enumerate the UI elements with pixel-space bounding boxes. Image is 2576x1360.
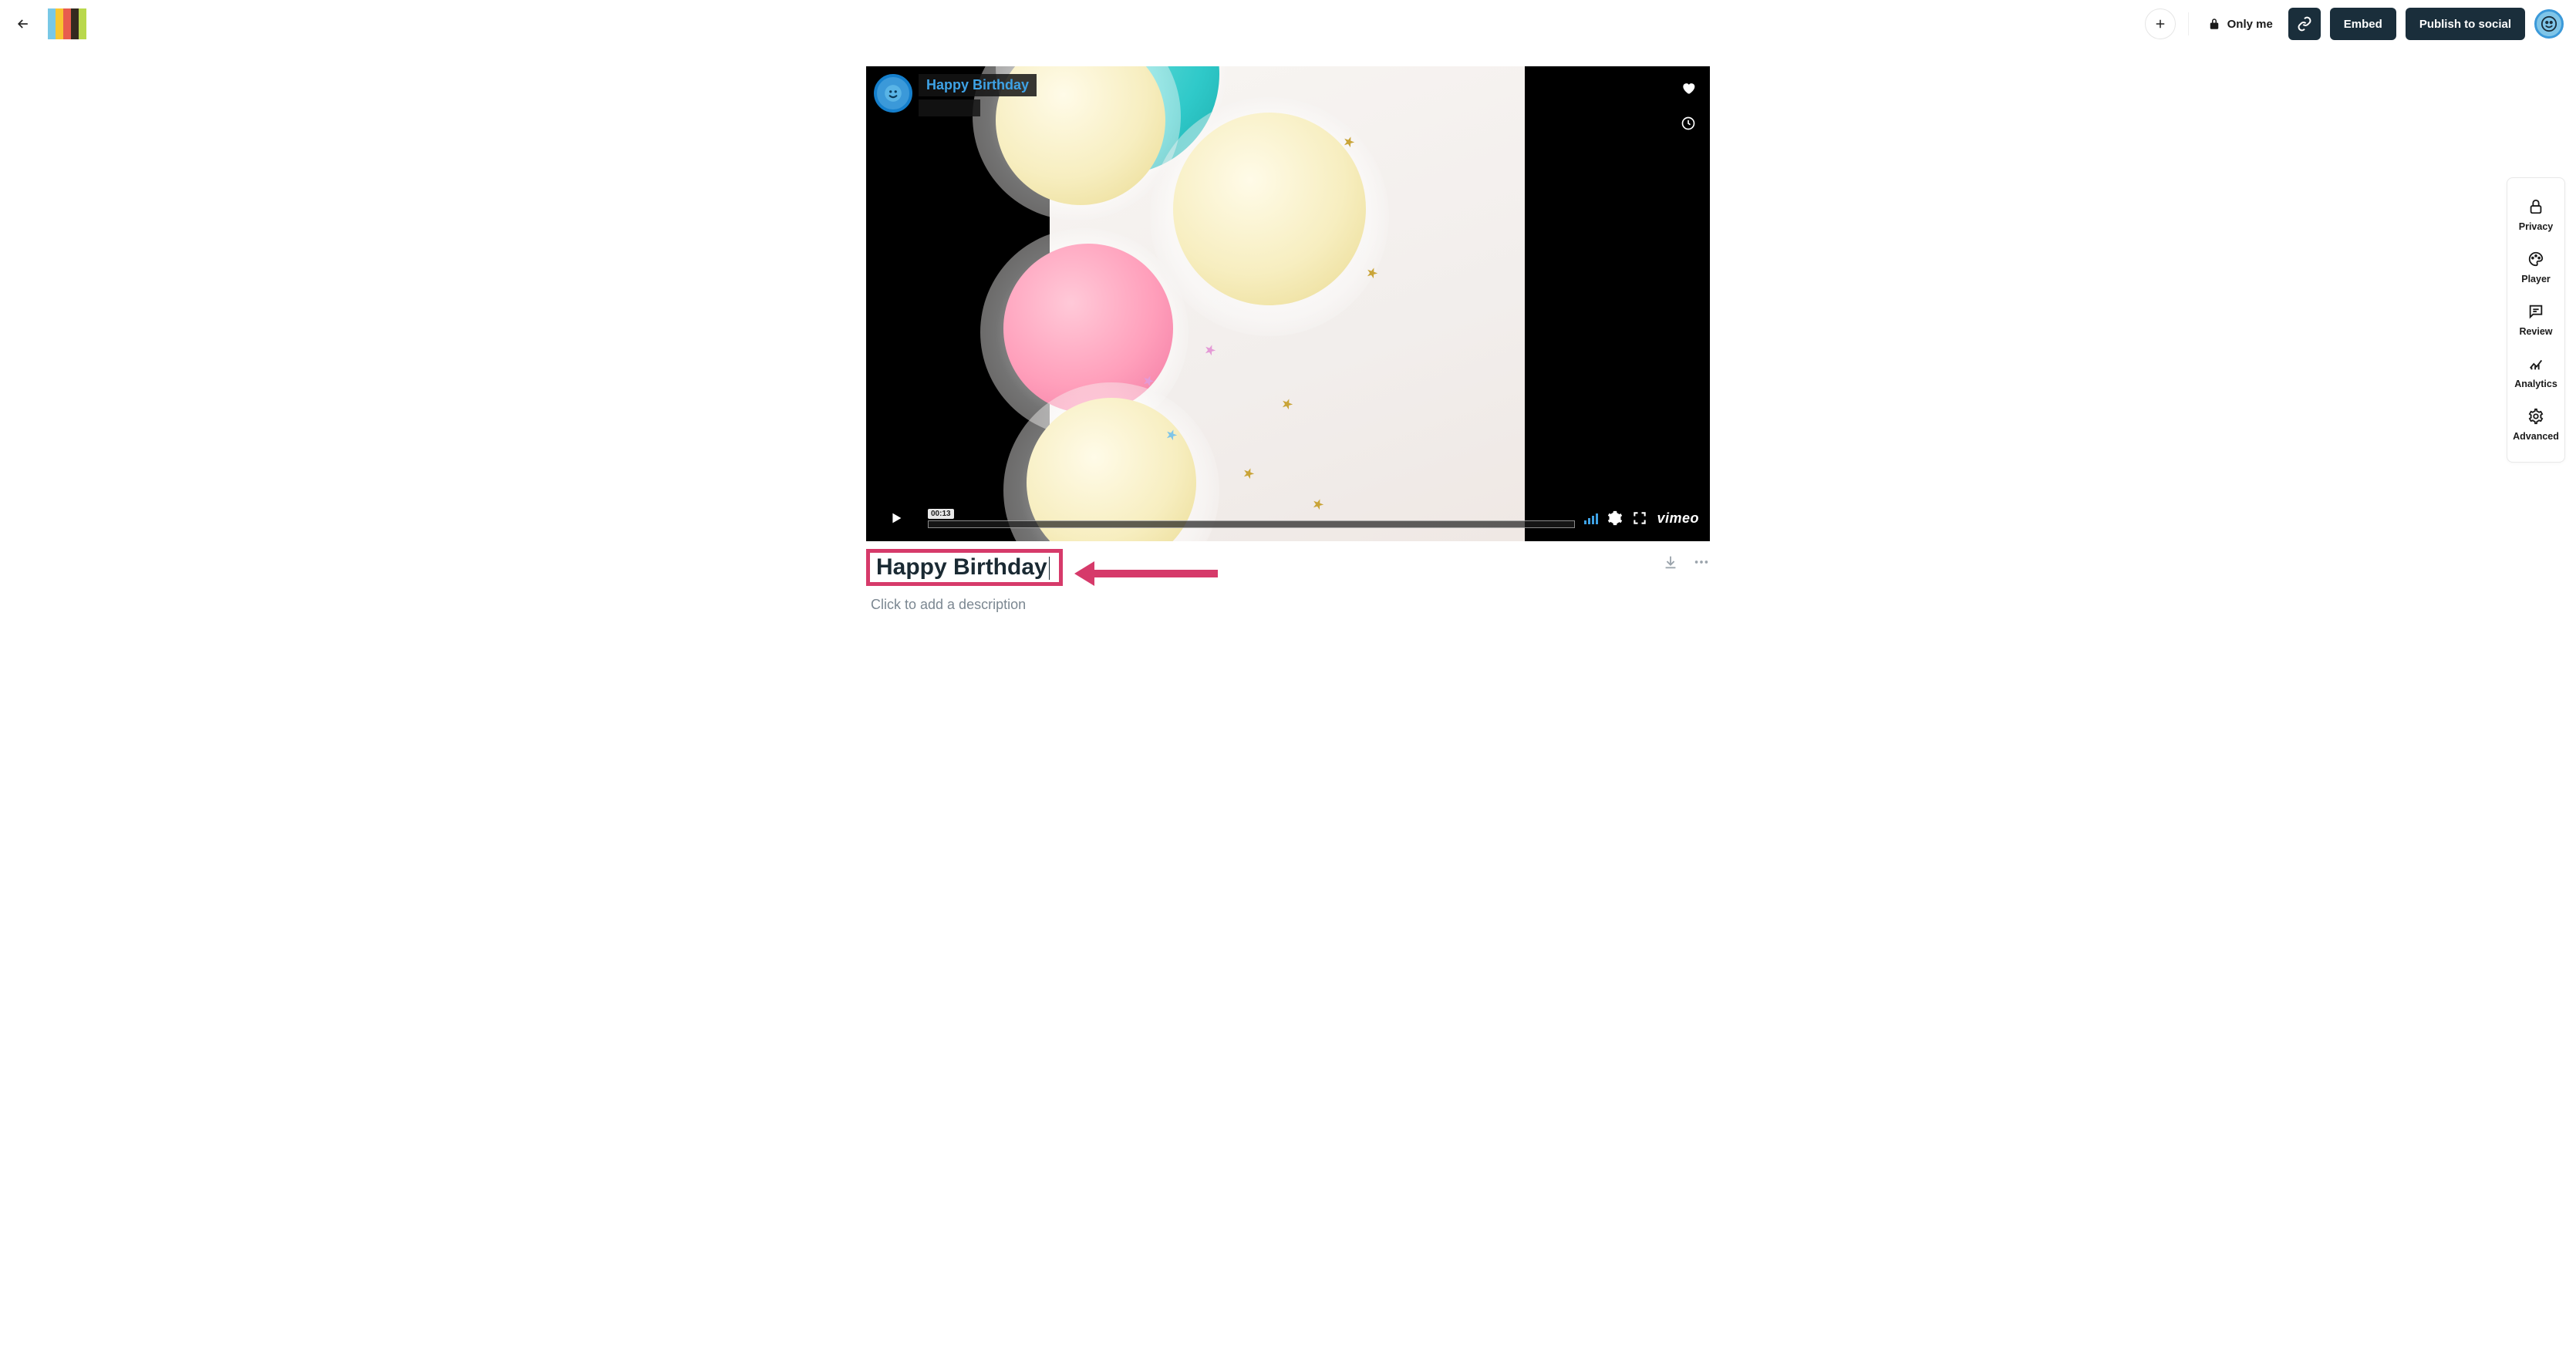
player-top-right-controls [1674, 74, 1702, 137]
rail-item-advanced[interactable]: Advanced [2507, 399, 2564, 451]
rail-item-label: Review [2519, 326, 2552, 337]
fullscreen-button[interactable] [1632, 510, 1647, 526]
current-time: 00:13 [928, 509, 954, 519]
volume-button[interactable] [1584, 512, 1598, 524]
overlay-label-group: Happy Birthday [919, 74, 1037, 116]
privacy-label: Only me [2227, 18, 2273, 31]
rail-item-label: Player [2521, 274, 2551, 284]
gear-icon [1607, 510, 1623, 526]
right-settings-rail: Privacy Player Review Analytics Advanced [2507, 177, 2565, 463]
video-overlay-subtitle[interactable] [919, 99, 980, 116]
vimeo-wordmark[interactable]: vimeo [1657, 510, 1699, 527]
heart-icon [1681, 80, 1696, 96]
smiley-icon [2541, 15, 2557, 32]
user-avatar[interactable] [2534, 9, 2564, 39]
brand-logo[interactable] [48, 8, 86, 39]
plus-icon [2153, 17, 2167, 31]
logo-stripe [79, 8, 86, 39]
video-player[interactable]: Happy Birthday 00:13 [866, 66, 1710, 541]
logo-stripe [48, 8, 56, 39]
back-button[interactable] [12, 13, 34, 35]
fullscreen-icon [1632, 510, 1647, 526]
divider [2188, 12, 2189, 35]
link-icon [2297, 16, 2312, 32]
privacy-dropdown[interactable]: Only me [2201, 17, 2279, 31]
top-right-group: Only me Embed Publish to social [2145, 8, 2564, 40]
palette-icon [2527, 251, 2544, 268]
gear-icon [2527, 408, 2544, 425]
top-bar: Only me Embed Publish to social [0, 0, 2576, 48]
embed-button[interactable]: Embed [2330, 8, 2396, 40]
logo-stripe [71, 8, 79, 39]
volume-bars-icon [1584, 512, 1598, 524]
analytics-icon [2527, 355, 2544, 372]
settings-button[interactable] [1607, 510, 1623, 526]
video-description-input[interactable]: Click to add a description [871, 597, 1063, 613]
lock-icon [2207, 17, 2221, 31]
text-caret [1049, 557, 1050, 580]
publish-to-social-button[interactable]: Publish to social [2406, 8, 2525, 40]
like-button[interactable] [1674, 74, 1702, 102]
title-and-desc: Happy Birthday Click to add a descriptio… [866, 549, 1063, 613]
play-icon [888, 510, 905, 527]
download-icon [1662, 554, 1679, 571]
video-stage: Happy Birthday 00:13 [866, 66, 1710, 613]
video-overlay-header: Happy Birthday [874, 74, 1037, 116]
logo-stripe [63, 8, 71, 39]
uploader-avatar[interactable] [874, 74, 912, 113]
rail-item-label: Privacy [2519, 221, 2553, 232]
video-thumbnail [1050, 66, 1525, 541]
video-title-value: Happy Birthday [876, 554, 1047, 580]
player-controls: 00:13 vimeo [866, 501, 1710, 541]
rail-item-player[interactable]: Player [2507, 241, 2564, 294]
rail-item-privacy[interactable]: Privacy [2507, 189, 2564, 241]
lock-icon [2527, 198, 2544, 215]
download-button[interactable] [1662, 554, 1679, 573]
main-area: Happy Birthday 00:13 [0, 66, 2576, 613]
arrow-shaft [1094, 570, 1218, 577]
top-left-group [12, 8, 86, 39]
rail-item-label: Advanced [2513, 431, 2559, 442]
rail-item-label: Analytics [2514, 379, 2557, 389]
below-player-row: Happy Birthday Click to add a descriptio… [866, 549, 1710, 613]
rail-item-review[interactable]: Review [2507, 294, 2564, 346]
video-overlay-title[interactable]: Happy Birthday [919, 74, 1037, 96]
logo-stripe [56, 8, 63, 39]
copy-link-button[interactable] [2288, 8, 2321, 40]
smiley-icon [883, 83, 903, 103]
arrow-left-icon [15, 16, 31, 32]
progress-bar[interactable] [928, 520, 1575, 528]
watch-later-button[interactable] [1674, 109, 1702, 137]
comment-icon [2527, 303, 2544, 320]
annotation-arrow [1074, 561, 1218, 586]
arrow-head-icon [1074, 561, 1094, 586]
player-right-controls: vimeo [1584, 510, 1699, 527]
video-title-input[interactable]: Happy Birthday [866, 549, 1063, 586]
clock-icon [1681, 116, 1696, 131]
dots-horizontal-icon [1693, 554, 1710, 571]
below-right-actions [1662, 554, 1710, 573]
rail-item-analytics[interactable]: Analytics [2507, 346, 2564, 399]
add-button[interactable] [2145, 8, 2176, 39]
more-button[interactable] [1693, 554, 1710, 573]
play-button[interactable] [874, 503, 919, 534]
progress-area: 00:13 [928, 509, 1575, 528]
